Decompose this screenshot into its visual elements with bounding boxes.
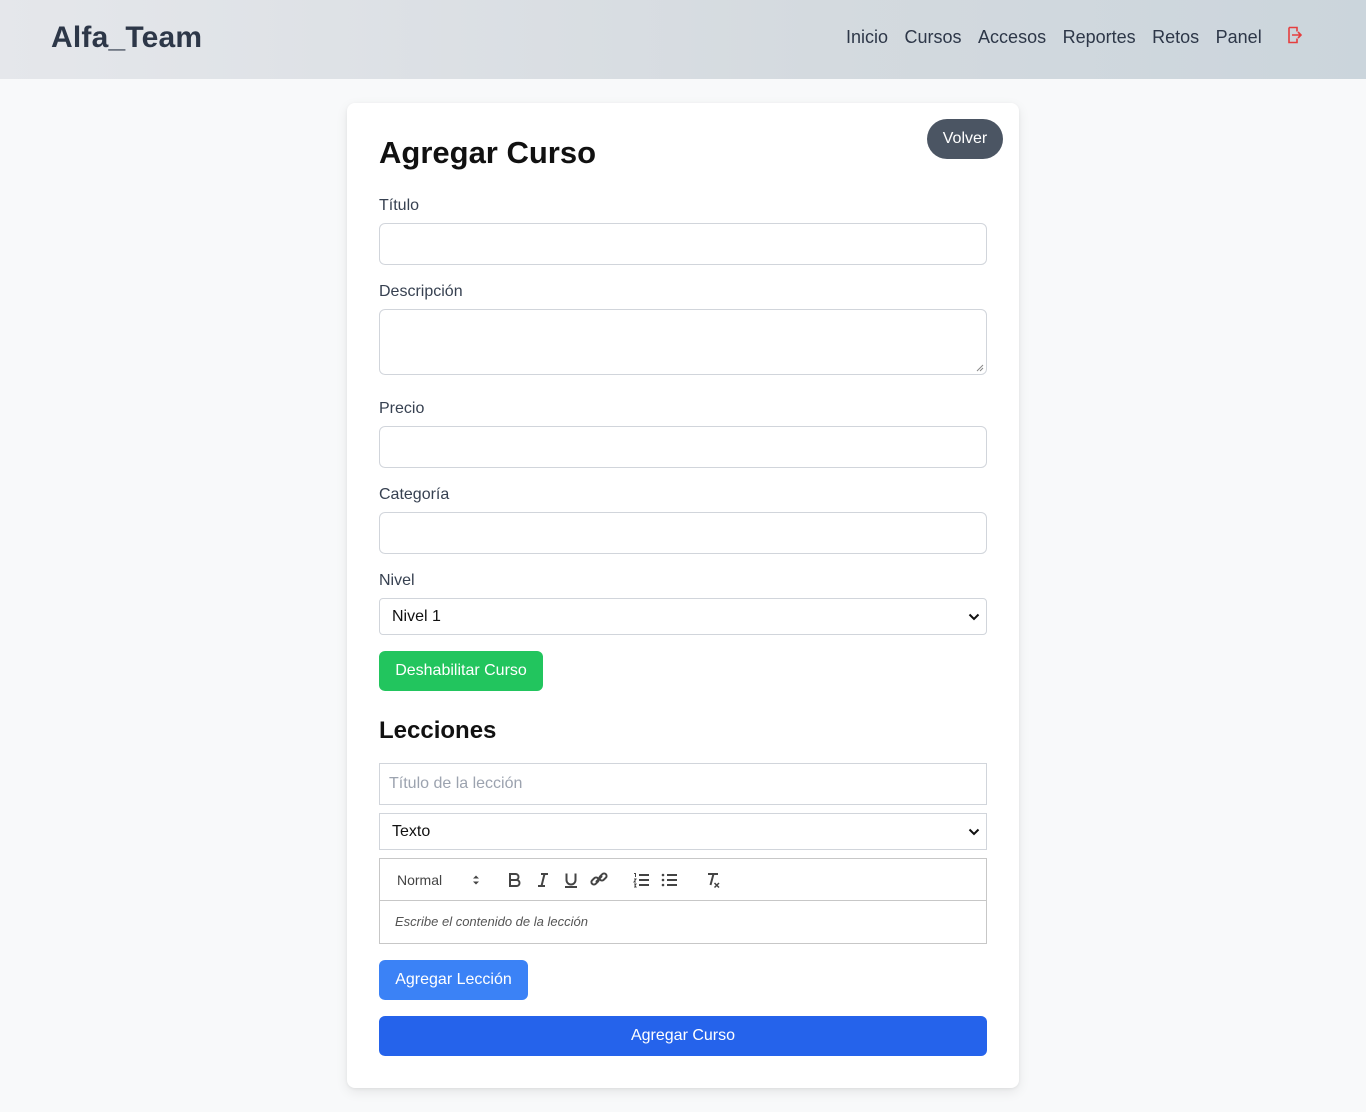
bullet-list-icon[interactable]	[659, 870, 681, 890]
chevron-down-icon	[968, 828, 980, 836]
nivel-selected-value: Nivel 1	[392, 608, 441, 625]
bold-icon[interactable]	[504, 870, 526, 890]
link-icon[interactable]	[588, 870, 610, 890]
up-down-arrows-icon[interactable]	[472, 874, 480, 886]
nav-retos[interactable]: Retos	[1152, 27, 1199, 48]
lesson-type-selected-value: Texto	[392, 823, 431, 840]
nav-links: Inicio Cursos Accesos Reportes Retos Pan…	[846, 27, 1278, 48]
top-navbar: Alfa_Team Inicio Cursos Accesos Reportes…	[0, 0, 1366, 79]
header-format-picker[interactable]: Normal	[397, 872, 442, 888]
resize-grip-icon[interactable]	[976, 364, 984, 372]
titulo-label: Título	[379, 197, 420, 214]
editor-content-area[interactable]: Escribe el contenido de la lección	[395, 914, 588, 929]
lessons-heading: Lecciones	[379, 717, 497, 744]
nav-panel[interactable]: Panel	[1216, 27, 1262, 48]
lesson-title-input[interactable]: Título de la lección	[379, 763, 987, 805]
nav-inicio[interactable]: Inicio	[846, 27, 888, 48]
lesson-type-select[interactable]: Texto	[379, 813, 987, 850]
chevron-down-icon	[968, 613, 980, 621]
categoria-label: Categoría	[379, 486, 450, 503]
nav-accesos[interactable]: Accesos	[978, 27, 1046, 48]
nivel-label: Nivel	[379, 572, 415, 589]
editor-toolbar: Normal	[380, 859, 986, 901]
nav-cursos[interactable]: Cursos	[905, 27, 962, 48]
descripcion-textarea[interactable]	[379, 309, 987, 375]
clear-format-icon[interactable]	[702, 870, 724, 890]
descripcion-label: Descripción	[379, 283, 463, 300]
add-course-card: Volver Agregar Curso Título Descripción …	[347, 103, 1019, 1088]
precio-input[interactable]	[379, 426, 987, 468]
precio-label: Precio	[379, 400, 425, 417]
add-lesson-button[interactable]: Agregar Lección	[379, 960, 528, 1000]
ordered-list-icon[interactable]	[631, 870, 653, 890]
nivel-select[interactable]: Nivel 1	[379, 598, 987, 635]
underline-icon[interactable]	[560, 870, 582, 890]
lesson-rich-text-editor: Normal Escribe el contenido de la lecció…	[379, 858, 987, 944]
italic-icon[interactable]	[532, 870, 554, 890]
brand-logo[interactable]: Alfa_Team	[51, 21, 202, 55]
submit-course-button[interactable]: Agregar Curso	[379, 1016, 987, 1056]
back-button[interactable]: Volver	[927, 119, 1003, 159]
categoria-input[interactable]	[379, 512, 987, 554]
logout-icon[interactable]	[1286, 26, 1302, 44]
nav-reportes[interactable]: Reportes	[1063, 27, 1136, 48]
titulo-input[interactable]	[379, 223, 987, 265]
page-title: Agregar Curso	[379, 135, 597, 170]
disable-course-button[interactable]: Deshabilitar Curso	[379, 651, 543, 691]
